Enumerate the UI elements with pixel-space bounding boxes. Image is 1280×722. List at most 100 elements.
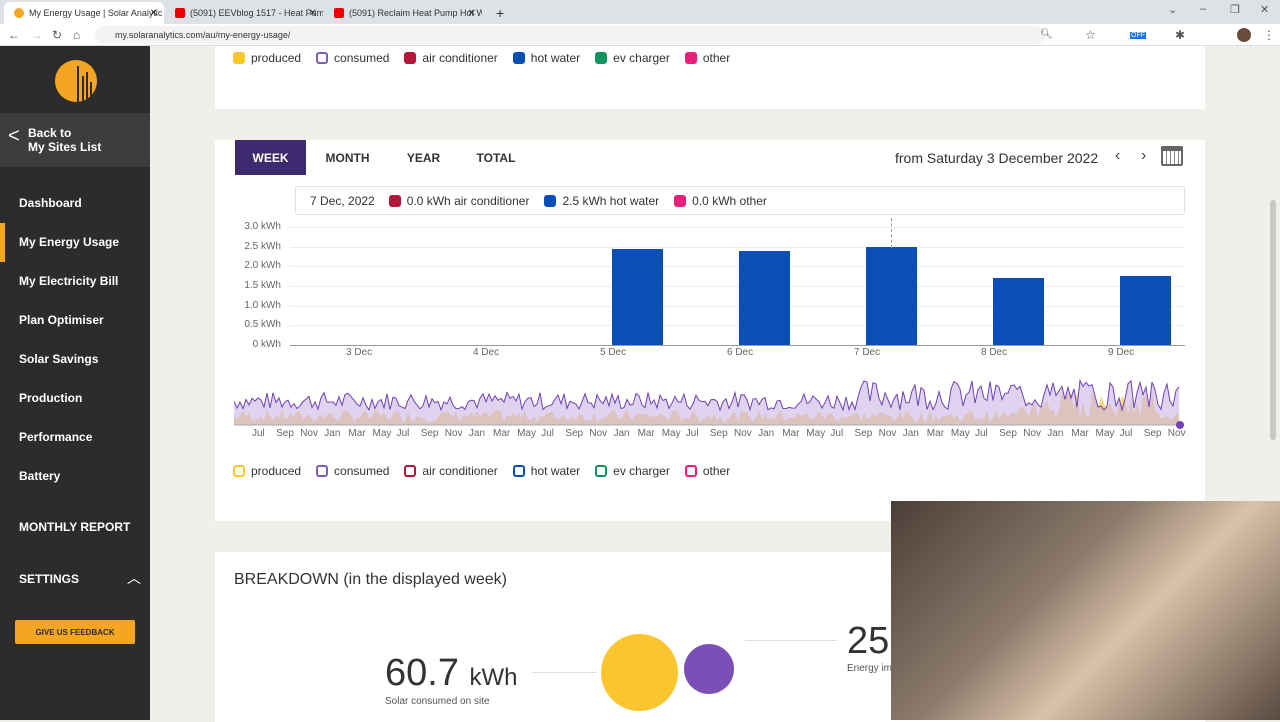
month-tick-label: Mar <box>637 428 655 439</box>
prev-week-icon[interactable]: ‹ <box>1115 147 1120 165</box>
webcam-overlay <box>891 501 1280 720</box>
sidebar-item-battery[interactable]: Battery <box>19 469 60 483</box>
home-icon[interactable]: ⌂ <box>73 28 80 42</box>
chevron-up-icon[interactable]: ︿ <box>127 568 141 588</box>
legend-item-produced[interactable]: produced <box>233 51 301 65</box>
legend-item-produced[interactable]: produced <box>233 464 301 478</box>
month-tick-label: Sep <box>709 428 728 439</box>
calendar-icon[interactable] <box>1161 146 1183 166</box>
sidebar-item-production[interactable]: Production <box>19 391 82 405</box>
y-tick-label: 1.0 kWh <box>244 299 281 311</box>
month-tick-label: Mar <box>782 428 800 439</box>
legend-label: hot water <box>530 464 581 478</box>
legend-item-air-conditioner[interactable]: air conditioner <box>404 464 498 478</box>
bar-7-Dec[interactable] <box>866 246 917 345</box>
y-tick-label: 3.0 kWh <box>244 221 281 232</box>
sidebar-settings[interactable]: SETTINGS <box>19 572 79 586</box>
month-tick-label: May <box>661 428 681 439</box>
legend-item-consumed[interactable]: consumed <box>316 464 389 478</box>
next-week-icon[interactable]: › <box>1141 147 1146 165</box>
gridline <box>290 345 1185 346</box>
legend-swatch <box>404 52 417 64</box>
air-conditioner-swatch <box>388 194 401 207</box>
legend-item-other[interactable]: other <box>684 464 730 478</box>
sidebar-item-dashboard[interactable]: Dashboard <box>19 196 82 210</box>
month-tick-label: Mar <box>348 428 366 439</box>
url-input[interactable]: my.solaranalytics.com/au/my-energy-usage… <box>95 25 1045 44</box>
menu-icon[interactable]: ⋮ <box>1263 28 1275 42</box>
import-bubble[interactable] <box>684 644 734 694</box>
bar-5-Dec[interactable] <box>612 248 663 345</box>
month-tick-label: Nov <box>1023 428 1041 439</box>
close-tab-icon[interactable]: ✕ <box>468 8 476 19</box>
bar-6-Dec[interactable] <box>739 250 790 345</box>
month-tick-label: Sep <box>276 428 294 439</box>
legend-label: consumed <box>334 464 390 478</box>
extension-badge[interactable]: OFF <box>1130 32 1146 39</box>
legend-item-hot-water[interactable]: hot water <box>512 464 581 478</box>
bar-8-Dec[interactable] <box>993 278 1044 345</box>
month-tick-label: May <box>372 428 392 439</box>
reload-icon[interactable]: ↻ <box>52 28 62 42</box>
legend-item-air-conditioner[interactable]: air conditioner <box>404 51 498 65</box>
month-tick-label: Mar <box>926 428 945 439</box>
month-tick-label: Jul <box>396 428 410 439</box>
page-scrollbar[interactable] <box>1270 200 1276 440</box>
x-tick-label: 9 Dec <box>1108 347 1135 358</box>
legend-label: ev charger <box>613 464 670 478</box>
sidebar-item-my-electricity-bill[interactable]: My Electricity Bill <box>19 274 118 288</box>
sidebar-monthly-report[interactable]: MONTHLY REPORT <box>19 520 130 534</box>
browser-tab-active[interactable]: My Energy Usage | Solar Analytic ✕ <box>4 2 164 24</box>
forward-icon[interactable]: → <box>31 28 43 42</box>
tab-year[interactable]: YEAR <box>395 140 452 175</box>
url-text: my.solaranalytics.com/au/my-energy-usage… <box>115 29 291 40</box>
y-tick-label: 2.5 kWh <box>244 240 281 252</box>
legend-item-hot-water[interactable]: hot water <box>512 51 580 65</box>
solar-bubble[interactable] <box>601 634 678 711</box>
minimize-icon[interactable]: – <box>1200 3 1206 15</box>
gridline <box>290 286 1185 287</box>
restore-icon[interactable]: ❐ <box>1230 3 1240 16</box>
close-tab-icon[interactable]: ✕ <box>150 8 158 19</box>
legend-item-consumed[interactable]: consumed <box>316 51 389 65</box>
zoom-icon[interactable]: 🔍︎ <box>1040 29 1053 40</box>
legend-item-ev-charger[interactable]: ev charger <box>595 464 670 478</box>
close-window-icon[interactable]: ✕ <box>1260 3 1269 16</box>
other-swatch <box>674 194 687 207</box>
month-tick-label: Jul <box>830 428 844 439</box>
month-tick-label: Nov <box>300 428 318 439</box>
legend-item-ev-charger[interactable]: ev charger <box>595 51 670 65</box>
new-tab-button[interactable]: + <box>486 2 504 24</box>
browser-tab[interactable]: (5091) Reclaim Heat Pump Hot W ✕ <box>324 2 482 24</box>
sidebar-item-performance[interactable]: Performance <box>19 430 92 444</box>
back-icon[interactable]: ← <box>8 28 20 42</box>
x-tick-label: 7 Dec <box>854 347 881 358</box>
tab-search-icon[interactable]: ⌄ <box>1168 3 1177 16</box>
chart-card: WEEK MONTH YEAR TOTAL from Saturday 3 De… <box>215 140 1205 521</box>
x-tick-label: 6 Dec <box>727 347 754 358</box>
sidebar-item-solar-savings[interactable]: Solar Savings <box>19 352 98 366</box>
star-icon[interactable]: ☆ <box>1085 28 1096 42</box>
legend: produced consumed air conditioner hot water… <box>233 51 745 65</box>
month-tick-label: Nov <box>734 428 752 439</box>
back-to-sites-button[interactable]: < Back to My Sites List <box>0 113 150 167</box>
give-feedback-button[interactable]: GIVE US FEEDBACK <box>15 620 135 644</box>
browser-tab[interactable]: (5091) EEVblog 1517 - Heat Pum ✕ <box>165 2 323 24</box>
sidebar-item-plan-optimiser[interactable]: Plan Optimiser <box>19 313 104 327</box>
tab-month[interactable]: MONTH <box>315 140 380 175</box>
legend-label: consumed <box>334 51 390 65</box>
gridline <box>290 246 1185 248</box>
close-tab-icon[interactable]: ✕ <box>309 8 317 19</box>
profile-avatar[interactable] <box>1237 28 1251 42</box>
tab-week[interactable]: WEEK <box>235 140 306 175</box>
overview-chart[interactable] <box>234 370 1184 430</box>
legend: produced consumed air conditioner hot water… <box>233 464 745 478</box>
solar-analytics-logo[interactable] <box>55 60 97 102</box>
sidebar-item-my-energy-usage[interactable]: My Energy Usage <box>0 223 119 262</box>
connector-line <box>745 640 837 641</box>
tab-total[interactable]: TOTAL <box>465 140 527 175</box>
extensions-icon[interactable]: ✱ <box>1175 28 1185 42</box>
legend-item-other[interactable]: other <box>684 51 730 65</box>
bar-9-Dec[interactable] <box>1120 276 1171 345</box>
legend-swatch <box>404 465 417 477</box>
